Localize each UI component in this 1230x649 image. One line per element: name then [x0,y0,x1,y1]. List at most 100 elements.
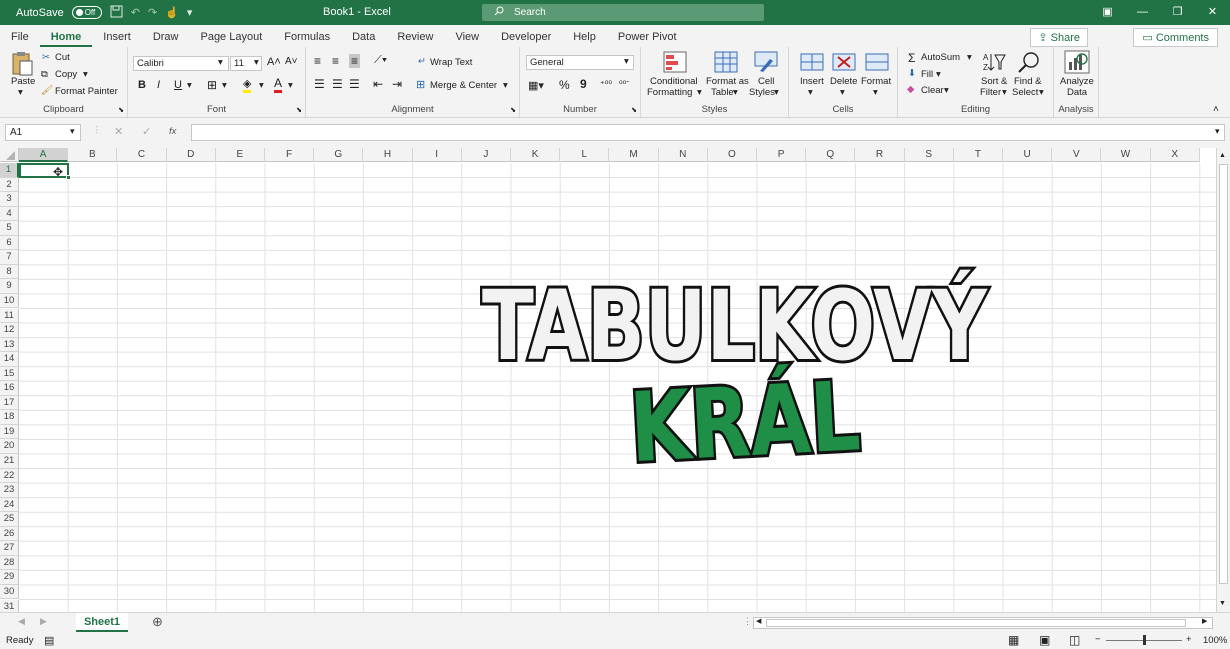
expand-formula-icon[interactable]: ▾ [1215,126,1220,137]
decrease-indent-icon[interactable]: ⇤ [373,77,383,91]
format-as-table-line1[interactable]: Format as [706,76,749,87]
row-header-30[interactable]: 30 [0,584,19,600]
format-as-table-line2[interactable]: Table [711,87,734,98]
row-header-11[interactable]: 11 [0,308,19,324]
ribbon-display-icon[interactable]: ▣ [1090,0,1125,25]
align-bottom-icon[interactable]: ≡ [349,54,361,68]
insert-cells-button[interactable]: Insert [800,76,824,87]
formula-input[interactable] [191,124,1225,141]
tab-split-handle[interactable]: ⋮ [743,616,752,627]
column-header-m[interactable]: M [609,148,659,162]
tab-file[interactable]: File [0,31,40,47]
autosum-button[interactable]: AutoSum [921,52,960,63]
column-header-p[interactable]: P [757,148,807,162]
column-header-e[interactable]: E [215,148,265,162]
name-box-dropdown-icon[interactable]: ▾ [70,126,75,137]
increase-indent-icon[interactable]: ⇥ [392,77,402,91]
cell-styles-dropdown-icon[interactable]: ▾ [774,87,779,98]
row-header-14[interactable]: 14 [0,352,19,367]
accessibility-icon[interactable]: ▤ [44,634,54,647]
decrease-font-icon[interactable]: A˅ [285,56,298,67]
format-as-table-icon[interactable] [714,51,738,76]
row-header-21[interactable]: 21 [0,454,19,469]
vertical-scrollbar[interactable]: ▲ ▼ [1216,148,1230,612]
align-middle-icon[interactable]: ≡ [332,54,339,68]
column-header-o[interactable]: O [707,148,757,162]
analyze-data-icon[interactable] [1064,50,1090,77]
column-header-n[interactable]: N [658,148,708,162]
dialog-launcher-icon[interactable]: ⬊ [296,106,302,114]
autosave-toggle[interactable]: Off [71,6,102,19]
tab-data[interactable]: Data [341,31,386,47]
row-header-31[interactable]: 31 [0,599,19,612]
paste-dropdown-icon[interactable]: ▾ [18,87,23,98]
orientation-icon[interactable]: ⟋▾ [374,54,387,67]
insert-dropdown-icon[interactable]: ▾ [808,87,813,98]
search-box[interactable]: Search [482,4,764,21]
delete-dropdown-icon[interactable]: ▾ [840,87,845,98]
row-header-6[interactable]: 6 [0,235,19,251]
wrap-text-button[interactable]: Wrap Text [430,57,472,68]
cancel-entry-icon[interactable]: ✕ [114,125,123,138]
customize-qat-icon[interactable]: ▾ [187,6,193,19]
column-header-u[interactable]: U [1003,148,1053,162]
dialog-launcher-icon[interactable]: ⬊ [631,106,637,114]
increase-font-icon[interactable]: A˄ [267,56,281,68]
delete-cells-button[interactable]: Delete [830,76,857,87]
analyze-data-line1[interactable]: Analyze [1060,76,1094,87]
font-name-dropdown-icon[interactable]: ▾ [218,57,223,68]
scroll-left-icon[interactable]: ◀ [756,617,761,625]
column-header-v[interactable]: V [1052,148,1102,162]
copy-dropdown-icon[interactable]: ▾ [83,69,88,80]
borders-dropdown-icon[interactable]: ▾ [222,80,227,91]
row-header-23[interactable]: 23 [0,483,19,498]
comma-style-icon[interactable]: 9 [580,77,587,91]
vertical-scroll-thumb[interactable] [1219,164,1228,584]
next-sheet-icon[interactable]: ▶ [40,616,47,627]
minimize-icon[interactable]: — [1125,0,1160,25]
normal-view-icon[interactable]: ▦ [1008,633,1019,647]
comments-button[interactable]: ▭ Comments [1133,28,1218,47]
zoom-slider-thumb[interactable] [1143,635,1146,645]
sort-filter-line1[interactable]: Sort & [981,76,1007,87]
analyze-data-line2[interactable]: Data [1067,87,1087,98]
prev-sheet-icon[interactable]: ◀ [18,616,25,627]
collapse-ribbon-icon[interactable]: ˄ [1213,104,1219,115]
tab-formulas[interactable]: Formulas [273,31,341,47]
row-header-5[interactable]: 5 [0,221,19,236]
copy-button[interactable]: Copy [55,69,77,80]
borders-icon[interactable]: ⊞ [207,78,217,92]
redo-icon[interactable]: ↷ [148,6,157,19]
tab-developer[interactable]: Developer [490,31,562,47]
tab-review[interactable]: Review [386,31,444,47]
font-color-icon[interactable]: A [274,76,283,93]
merge-dropdown-icon[interactable]: ▾ [503,80,508,91]
cell-styles-icon[interactable] [754,51,778,76]
column-header-d[interactable]: D [166,148,216,162]
format-cells-icon[interactable] [865,51,889,76]
find-select-line2[interactable]: Select [1012,87,1038,98]
row-header-28[interactable]: 28 [0,555,19,571]
format-dropdown-icon[interactable]: ▾ [873,87,878,98]
row-header-27[interactable]: 27 [0,541,19,556]
undo-icon[interactable]: ↶ [131,6,140,19]
sort-filter-dropdown-icon[interactable]: ▾ [1002,87,1007,98]
find-select-line1[interactable]: Find & [1014,76,1041,87]
row-header-18[interactable]: 18 [0,410,19,425]
row-header-16[interactable]: 16 [0,381,19,396]
tab-home[interactable]: Home [39,31,93,47]
tab-view[interactable]: View [444,31,490,47]
column-header-r[interactable]: R [855,148,905,162]
increase-decimal-icon[interactable]: ⁺⁰⁰ [600,79,612,90]
scroll-up-icon[interactable]: ▲ [1219,152,1226,159]
format-painter-button[interactable]: Format Painter [55,86,118,97]
merge-center-button[interactable]: Merge & Center [430,80,497,91]
decrease-decimal-icon[interactable]: ⁰⁰ˉ [619,79,629,90]
zoom-level[interactable]: 100% [1203,635,1227,646]
bold-button[interactable]: B [138,79,146,91]
column-header-i[interactable]: I [412,148,462,162]
confirm-entry-icon[interactable]: ✓ [142,125,151,138]
row-header-15[interactable]: 15 [0,366,19,382]
tab-power-pivot[interactable]: Power Pivot [607,31,688,47]
scroll-down-icon[interactable]: ▼ [1219,600,1226,607]
